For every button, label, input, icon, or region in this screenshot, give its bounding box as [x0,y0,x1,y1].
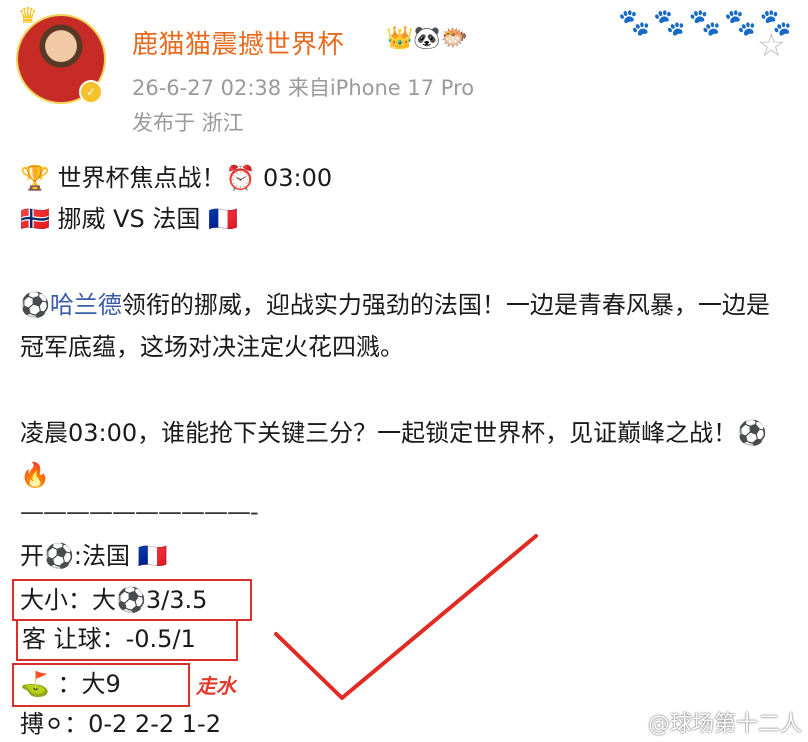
text-divider: ——————————- [20,498,259,526]
verified-badge-icon: ✓ [79,80,103,104]
match-teams: 🇳🇴 挪威 VS 法国 🇫🇷 [20,205,238,233]
push-note: 走水 [196,674,236,698]
match-headline: 🏆 世界杯焦点战！⏰ 03:00 [20,164,333,192]
post-location: 发布于 浙江 [132,111,244,135]
paragraph-1-text: 领衔的挪威，迎战实力强劲的法国！一边是青春风暴，一边是冠军底蕴，这场对决注定火花… [20,291,770,361]
checkmark-icon [274,534,538,700]
post-paragraph-2: 凌晨03:00，谁能抢下关键三分？一起锁定世界杯，见证巅峰之战！⚽🔥 [20,419,768,489]
score-predictions: 搏⚪：0-2 2-2 1-2 [20,710,221,738]
author-name[interactable]: 鹿猫猫震撼世界杯 [132,24,344,61]
tip-handicap: 客 让球：-0.5/1 [22,625,196,653]
crown-icon: ♛ [18,4,38,29]
favorite-star-icon[interactable]: ☆ [757,26,786,64]
tip-pick: ⛳ ：大9 [20,670,121,698]
post-paragraph-1: ⚽哈兰德领衔的挪威，迎战实力强劲的法国！一边是青春风暴，一边是冠军底蕴，这场对决… [20,284,790,368]
tip-over-under: 大小：大⚽3/3.5 [20,586,208,614]
tip-opening: 开⚽:法国 🇫🇷 [20,542,168,570]
mention-link[interactable]: ⚽哈兰德 [20,291,122,319]
user-badges: 👑🐼🐡 [386,26,469,51]
post-timestamp-source: 26-6-27 02:38 来自iPhone 17 Pro [132,76,475,100]
watermark: @球场第十二人 [648,712,803,737]
